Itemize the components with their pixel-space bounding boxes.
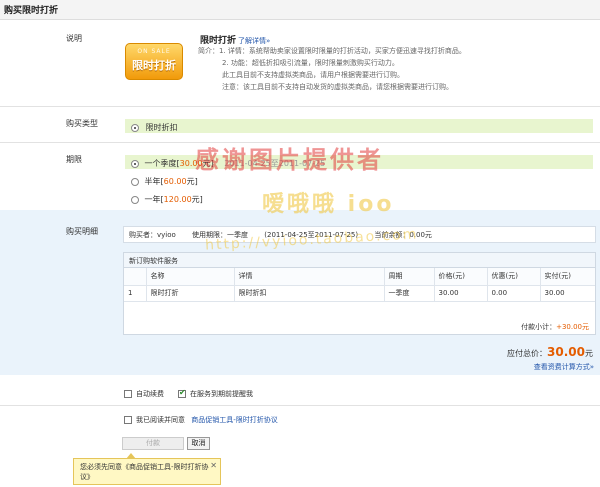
watermark-text: 嗳哦哦 ioo	[262, 192, 395, 217]
logo-top-text: ON SALE	[137, 48, 171, 55]
column-header: 详情	[234, 268, 385, 286]
watermark-text: 感谢图片提供者	[195, 146, 384, 174]
purchase-type-option[interactable]: 限时折扣	[131, 122, 178, 133]
table-cell: 一季度	[384, 285, 435, 302]
order-table: 名称 详情 周期 价格(元) 优惠(元) 实付(元) 1 限时打折 限时折扣 一…	[124, 268, 595, 302]
fee-calculation-link[interactable]: 查看资费计算方式»	[534, 362, 594, 372]
column-header: 周期	[384, 268, 435, 286]
radio-button[interactable]	[131, 177, 139, 186]
sale-logo-icon: ON SALE 限时打折	[125, 43, 183, 80]
order-box: 新订购软件服务 名称 详情 周期 价格(元) 优惠(元) 实付(元) 1 限时打…	[123, 252, 596, 335]
description-label: 说明	[66, 34, 82, 43]
details-label: 购买明细	[66, 227, 98, 236]
logo-text: 限时打折	[132, 59, 176, 72]
buyer: 购买者：vyioo	[129, 231, 176, 239]
period-option-half-year[interactable]: 半年[60.00元]	[131, 176, 198, 187]
table-cell: 限时折扣	[234, 285, 385, 302]
box-title: 新订购软件服务	[124, 253, 595, 268]
desc-line: 此工具目前不支持虚拟类商品，请用户根据需要进行订购。	[222, 71, 404, 79]
agree-checkbox[interactable]	[124, 416, 132, 424]
more-details-link[interactable]: 了解详情»	[238, 37, 270, 45]
radio-button[interactable]	[131, 195, 139, 204]
table-cell: 限时打折	[146, 285, 235, 302]
table-row: 1 限时打折 限时折扣 一季度 30.00 0.00 30.00	[124, 285, 595, 302]
agreement-link[interactable]: 商品促销工具-限时打折协议	[191, 416, 278, 424]
table-header: 名称 详情 周期 价格(元) 优惠(元) 实付(元)	[124, 268, 595, 286]
divider	[0, 405, 600, 406]
purchase-type-label: 购买类型	[66, 119, 98, 128]
radio-button[interactable]	[131, 123, 139, 132]
column-header: 名称	[146, 268, 235, 286]
cancel-button[interactable]: 取消	[187, 437, 210, 450]
table-cell: 30.00	[540, 285, 595, 302]
auto-renew-option[interactable]: 自动续费	[124, 389, 164, 399]
product-title: 限时打折 了解详情»	[200, 33, 270, 46]
divider	[0, 106, 600, 107]
column-header	[124, 268, 147, 286]
purchase-type-text: 限时折扣	[145, 123, 178, 132]
desc-line: 简介：1. 详情：系统帮助卖家设置限时限量的打折活动，买家方便迅速寻找打折商品。	[198, 47, 466, 55]
subtotal-value: +30.00元	[556, 323, 589, 331]
period-option-year[interactable]: 一年[120.00元]	[131, 194, 203, 205]
auto-renew-checkbox[interactable]	[124, 390, 132, 398]
close-icon[interactable]: ✕	[210, 461, 217, 471]
radio-button[interactable]	[131, 159, 139, 168]
pay-button[interactable]: 付款	[122, 437, 184, 450]
purchase-type-highlight	[125, 119, 593, 133]
period-label: 期限	[66, 155, 82, 164]
tooltip-text: 您必须先同意《商品促销工具-限时打折协议》	[80, 463, 209, 481]
desc-line: 2. 功能：超低折扣吸引流量，限时限量刺激购买行动力。	[222, 59, 399, 67]
remind-checkbox[interactable]	[178, 388, 186, 398]
desc-line: 注意：该工具目前不支持自动发货的虚拟类商品，请您根据需要进行订购。	[222, 83, 453, 91]
total-value: 30.00	[547, 345, 585, 359]
page-title: 购买限时打折	[0, 0, 600, 20]
subtotal: 付款小计：+30.00元	[521, 323, 589, 331]
price: 120.00	[163, 195, 192, 204]
table-cell: 30.00	[434, 285, 488, 302]
column-header: 优惠(元)	[487, 268, 541, 286]
table-cell: 1	[124, 285, 147, 302]
total-price: 应付总价：30.00元	[507, 345, 593, 359]
table-cell: 0.00	[487, 285, 541, 302]
agreement-tooltip: 您必须先同意《商品促销工具-限时打折协议》 ✕	[73, 453, 221, 485]
column-header: 价格(元)	[434, 268, 488, 286]
agree-option[interactable]: 我已阅读并同意 商品促销工具-限时打折协议	[124, 415, 278, 425]
product-name: 限时打折	[200, 36, 237, 46]
price: 60.00	[163, 177, 187, 186]
column-header: 实付(元)	[540, 268, 595, 286]
remind-option[interactable]: 在服务到期前提醒我	[178, 388, 253, 399]
